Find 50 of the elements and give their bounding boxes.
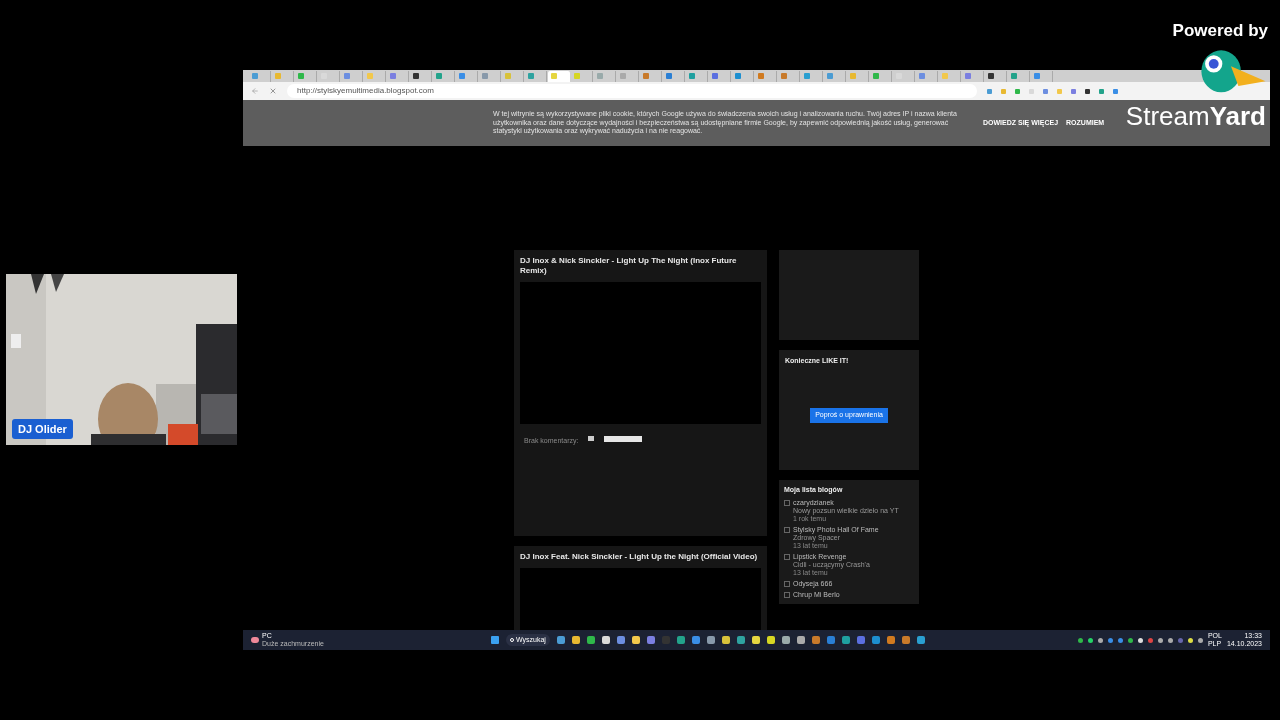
tab-favicon-icon (758, 73, 764, 79)
url-field[interactable]: http://stylskyemultimedia.blogspot.com (287, 84, 977, 98)
post-title[interactable]: DJ Inox & Nick Sinckler - Light Up The Night (Inox Future Remix) (520, 256, 761, 276)
tab-favicon-icon (413, 73, 419, 79)
start-icon[interactable] (491, 636, 499, 644)
share-icons[interactable] (604, 436, 643, 442)
tab-favicon-icon (988, 73, 994, 79)
tab-favicon-icon (367, 73, 373, 79)
tab-favicon-icon (620, 73, 626, 79)
tab-favicon-icon (850, 73, 856, 79)
tab-favicon-icon (827, 73, 833, 79)
browser-tab[interactable] (985, 70, 1007, 82)
tab-favicon-icon (459, 73, 465, 79)
tab-favicon-icon (436, 73, 442, 79)
tab-favicon-icon (275, 73, 281, 79)
tab-favicon-icon (482, 73, 488, 79)
post-title[interactable]: DJ Inox Feat. Nick Sinckler - Light Up the Night (Official Video) (520, 552, 761, 562)
blog-favicon-icon (784, 499, 790, 506)
powered-by-label: Powered by (1172, 20, 1268, 42)
tab-favicon-icon (528, 73, 534, 79)
tab-favicon-icon (873, 73, 879, 79)
email-icon[interactable] (588, 436, 595, 441)
tab-favicon-icon (942, 73, 948, 79)
tab-favicon-icon (252, 73, 258, 79)
tab-favicon-icon (1011, 73, 1017, 79)
blog-favicon-icon (784, 526, 790, 533)
tab-favicon-icon (804, 73, 810, 79)
tab-favicon-icon (735, 73, 741, 79)
extension-icon[interactable] (1085, 88, 1090, 94)
browser-tab[interactable] (410, 70, 432, 82)
participant-name: DJ Olider (12, 418, 73, 439)
tab-favicon-icon (597, 73, 603, 79)
weather-icon[interactable] (251, 637, 259, 643)
tab-favicon-icon (689, 73, 695, 79)
tab-favicon-icon (574, 73, 580, 79)
tab-favicon-icon (965, 73, 971, 79)
close-icon[interactable] (269, 87, 277, 95)
tab-favicon-icon (298, 73, 304, 79)
tab-favicon-icon (919, 73, 925, 79)
tab-favicon-icon (390, 73, 396, 79)
tab-favicon-icon (781, 73, 787, 79)
tab-favicon-icon (712, 73, 718, 79)
blog-favicon-icon (784, 553, 790, 560)
tab-favicon-icon (505, 73, 511, 79)
back-icon[interactable] (251, 87, 259, 95)
tab-favicon-icon (643, 73, 649, 79)
tab-favicon-icon (666, 73, 672, 79)
tab-favicon-icon (344, 73, 350, 79)
tab-favicon-icon (1034, 73, 1040, 79)
tab-favicon-icon (551, 73, 557, 79)
